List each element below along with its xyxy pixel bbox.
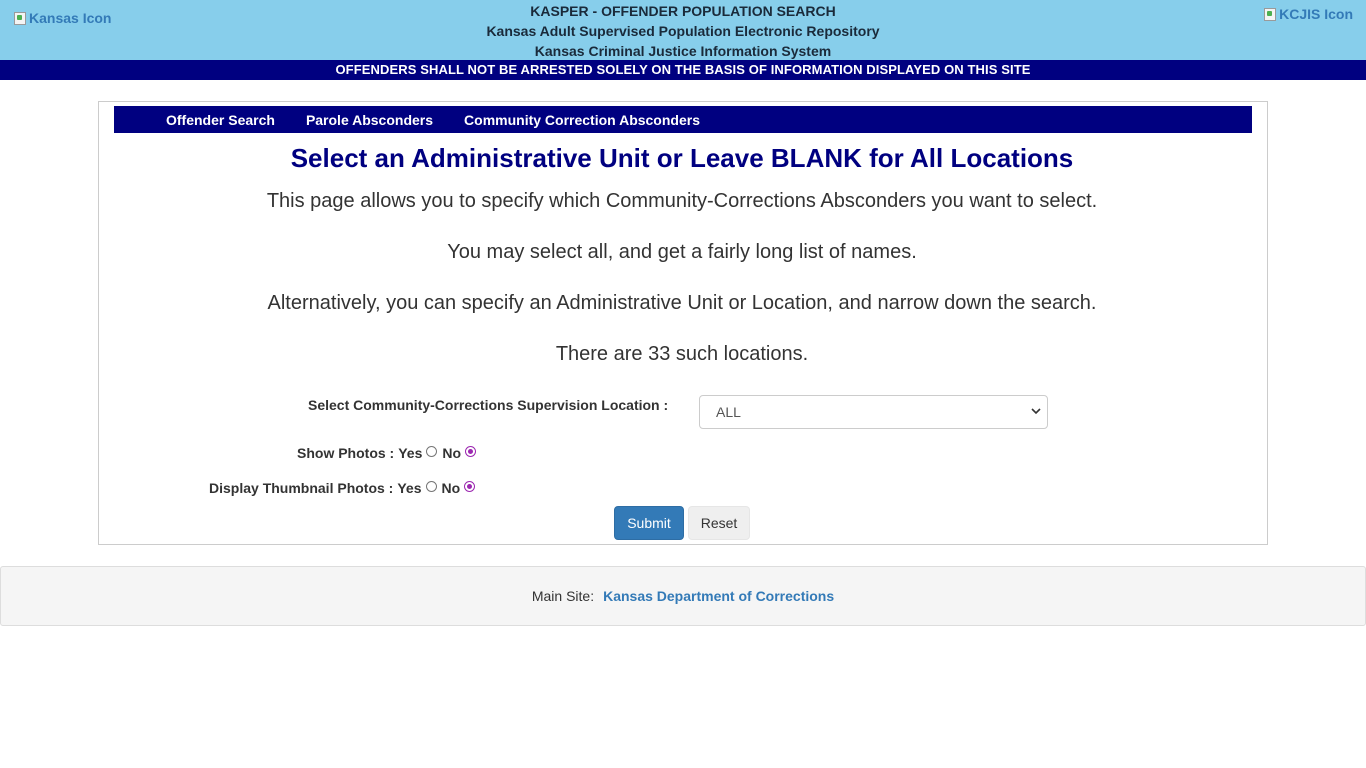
show-photos-row: Show Photos : Yes No [297,445,481,461]
nav-offender-search[interactable]: Offender Search [166,112,275,128]
page-heading: Select an Administrative Unit or Leave B… [290,143,1074,173]
broken-image-icon [1263,7,1277,21]
site-title-line3: Kansas Criminal Justice Information Syst… [534,43,832,59]
site-header: Kansas Icon KASPER - OFFENDER POPULATION… [0,0,1366,60]
footer-prefix: Main Site: [531,588,595,604]
thumbnail-photos-row: Display Thumbnail Photos : Yes No [209,480,480,496]
location-select-label: Select Community-Corrections Supervision… [308,397,669,413]
intro-paragraph-2: You may select all, and get a fairly lon… [447,241,917,263]
nav-parole-absconders[interactable]: Parole Absconders [306,112,433,128]
thumbnail-yes-radio[interactable] [425,480,437,492]
kansas-logo-alt-text: Kansas Icon [29,10,112,26]
kansas-logo-link[interactable]: Kansas Icon [13,10,111,26]
show-photos-no-radio[interactable] [465,445,477,457]
thumbnail-yes-label: Yes [397,480,422,496]
site-footer: Main Site: Kansas Department of Correcti… [0,566,1366,626]
chevron-down-icon [1031,408,1041,415]
show-photos-yes-label: Yes [398,445,423,461]
show-photos-yes-radio[interactable] [426,445,438,457]
locations-count-text: There are 33 such locations. [555,343,809,365]
kcjis-logo-link[interactable]: KCJIS Icon [1263,6,1353,22]
site-title: KASPER - OFFENDER POPULATION SEARCH Kans… [383,1,983,61]
location-select[interactable]: ALL [699,395,1048,429]
broken-image-icon [13,11,27,25]
search-panel: Offender Search Parole Absconders Commun… [98,101,1268,545]
main-nav: Offender Search Parole Absconders Commun… [114,106,1252,133]
site-title-line1: KASPER - OFFENDER POPULATION SEARCH [530,3,836,19]
intro-paragraph-3: Alternatively, you can specify an Admini… [267,292,1097,314]
thumbnail-photos-label: Display Thumbnail Photos : [209,480,394,496]
reset-button[interactable]: Reset [688,506,750,540]
warning-banner: OFFENDERS SHALL NOT BE ARRESTED SOLELY O… [0,60,1366,80]
site-title-line2: Kansas Adult Supervised Population Elect… [486,23,880,39]
thumbnail-no-radio[interactable] [464,480,476,492]
intro-paragraph-1: This page allows you to specify which Co… [266,190,1098,212]
kcjis-logo-alt-text: KCJIS Icon [1279,6,1353,22]
submit-button[interactable]: Submit [614,506,684,540]
kdoc-main-site-link[interactable]: Kansas Department of Corrections [603,588,834,604]
show-photos-no-label: No [442,445,462,461]
show-photos-label: Show Photos : [297,445,395,461]
thumbnail-no-label: No [441,480,461,496]
location-select-value: ALL [716,404,741,420]
nav-community-correction-absconders[interactable]: Community Correction Absconders [464,112,700,128]
